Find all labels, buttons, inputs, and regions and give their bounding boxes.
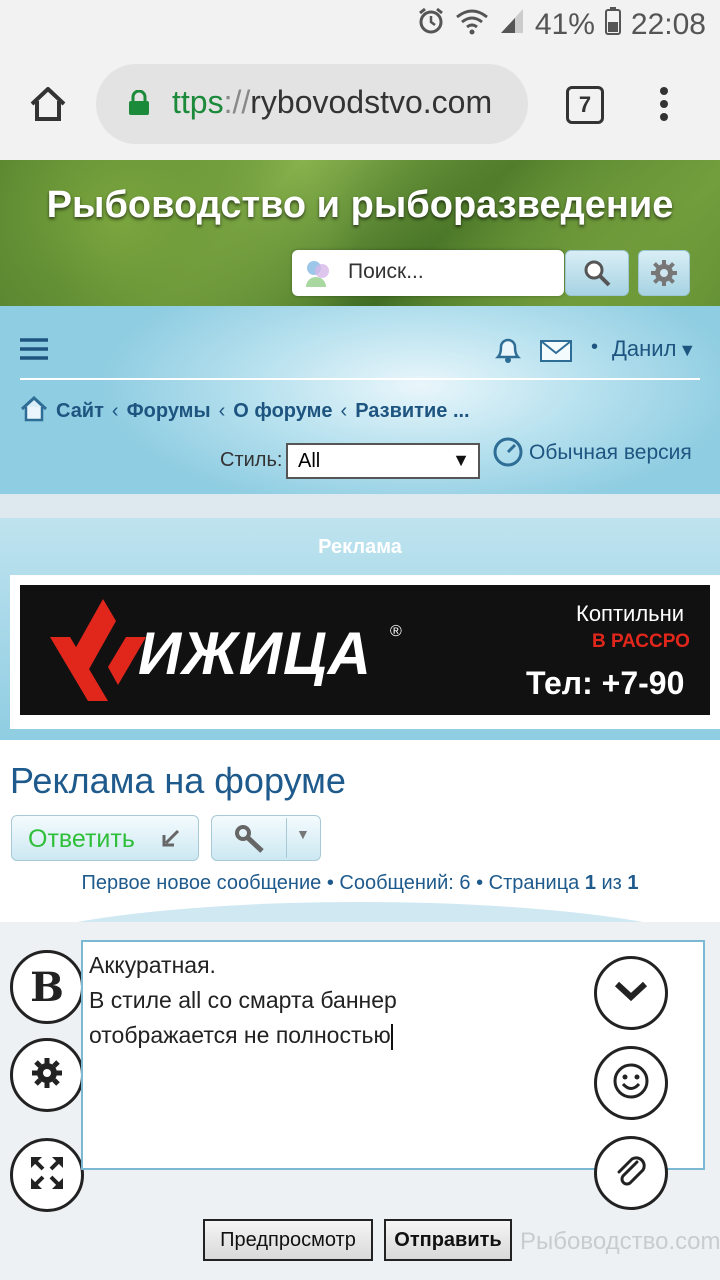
home-icon[interactable]	[20, 395, 48, 427]
page-current: 1	[584, 872, 596, 894]
bold-button[interactable]: B	[10, 950, 84, 1024]
bold-icon: B	[30, 963, 64, 1011]
bell-icon[interactable]	[494, 334, 522, 369]
user-avatar-icon	[302, 257, 334, 294]
reply-label: Ответить	[28, 825, 135, 853]
browser-toolbar: ttps://rybovodstvo.com 7	[0, 50, 720, 160]
page-total: 1	[627, 872, 639, 894]
dropdown-arrow-icon: ▼	[452, 450, 470, 470]
status-bar: 41% 22:08	[0, 0, 720, 50]
lock-icon	[128, 89, 150, 121]
site-watermark: Рыбоводство.com	[520, 1228, 720, 1255]
breadcrumb-item[interactable]: Сайт	[56, 400, 104, 423]
chevron-down-icon: ▼	[296, 826, 310, 842]
alarm-icon	[417, 7, 445, 43]
send-button[interactable]: Отправить	[384, 1219, 512, 1261]
ad-phone: Тел: +7-90	[526, 665, 685, 701]
battery-percent: 41%	[534, 8, 595, 41]
breadcrumb-item[interactable]: О форуме	[233, 400, 332, 423]
style-label: Стиль:	[220, 449, 283, 471]
chevron-down-icon	[614, 980, 648, 1007]
ad-banner[interactable]: ИЖИЦА ® Коптильни В РАССРО Тел: +7-90	[20, 585, 710, 715]
hamburger-menu-icon[interactable]	[20, 338, 48, 365]
style-select[interactable]: All ▼	[286, 443, 480, 479]
emoji-button[interactable]	[594, 1046, 668, 1120]
username: Данил	[612, 336, 677, 361]
desktop-version-link[interactable]: Обычная версия	[529, 441, 692, 465]
registered-mark: ®	[390, 623, 402, 640]
reply-arrow-icon	[160, 827, 182, 854]
attach-button[interactable]	[594, 1136, 668, 1210]
clock-icon	[492, 436, 524, 473]
nav-divider	[20, 378, 700, 380]
smiley-icon	[612, 1062, 650, 1105]
search-icon	[583, 259, 611, 292]
message-line: отображается не полностью	[89, 1022, 393, 1050]
search-placeholder: Поиск...	[348, 260, 424, 283]
more-menu-icon[interactable]	[658, 86, 670, 127]
brand-name: ИЖИЦА	[138, 620, 373, 687]
breadcrumb-separator: ‹	[218, 400, 226, 422]
search-button[interactable]	[565, 250, 629, 296]
thread-meta: Первое новое сообщение • Сообщений: 6 • …	[0, 872, 720, 895]
chevron-down-icon: ▼	[678, 340, 697, 360]
message-line: В стиле all со смарта баннер	[89, 987, 397, 1013]
settings-button[interactable]	[10, 1038, 84, 1112]
battery-icon	[604, 7, 621, 43]
site-title[interactable]: Рыбоводство и рыборазведение	[0, 184, 720, 227]
search-input[interactable]: Поиск...	[292, 250, 564, 296]
collapse-editor-button[interactable]	[594, 956, 668, 1030]
user-menu[interactable]: Данил ▼	[612, 336, 696, 362]
clock-time: 22:08	[630, 8, 706, 41]
preview-button[interactable]: Предпросмотр	[203, 1219, 373, 1261]
message-line: Аккуратная.	[89, 952, 216, 978]
breadcrumb-separator: ‹	[111, 400, 119, 422]
address-bar[interactable]: ttps://rybovodstvo.com	[96, 64, 528, 144]
expand-icon	[29, 1155, 65, 1196]
thread-title: Реклама на форуме	[10, 760, 346, 801]
url-text: ttps://rybovodstvo.com	[172, 84, 493, 120]
home-icon[interactable]	[28, 84, 68, 129]
button-divider	[286, 818, 287, 858]
gear-icon	[30, 1056, 64, 1095]
style-value: All	[298, 450, 321, 472]
wrench-icon	[234, 824, 266, 859]
meta-text: Первое новое сообщение • Сообщений: 6 • …	[81, 872, 585, 894]
search-options-button[interactable]	[638, 250, 690, 296]
ad-text: Коптильни	[576, 601, 685, 626]
breadcrumb-item[interactable]: Развитие ...	[355, 400, 469, 423]
gear-icon	[650, 259, 678, 292]
paperclip-icon	[613, 1152, 649, 1195]
fullscreen-button[interactable]	[10, 1138, 84, 1212]
thread-tools-button[interactable]: ▼	[211, 815, 321, 861]
mail-icon[interactable]	[540, 340, 572, 367]
breadcrumb-separator: ‹	[340, 400, 348, 422]
breadcrumb-item[interactable]: Форумы	[127, 400, 211, 423]
meta-of: из	[595, 872, 628, 894]
text-cursor	[390, 1023, 393, 1050]
wifi-icon	[455, 7, 489, 43]
reply-button[interactable]: Ответить	[11, 815, 199, 861]
nav-dot: •	[591, 336, 599, 358]
signal-icon	[499, 7, 525, 43]
ad-heading: Реклама	[318, 536, 402, 558]
ad-text: В РАССРО	[592, 631, 690, 652]
tab-switcher-button[interactable]: 7	[566, 86, 604, 124]
breadcrumb: Сайт ‹ Форумы ‹ О форуме ‹ Развитие ...	[20, 395, 470, 427]
